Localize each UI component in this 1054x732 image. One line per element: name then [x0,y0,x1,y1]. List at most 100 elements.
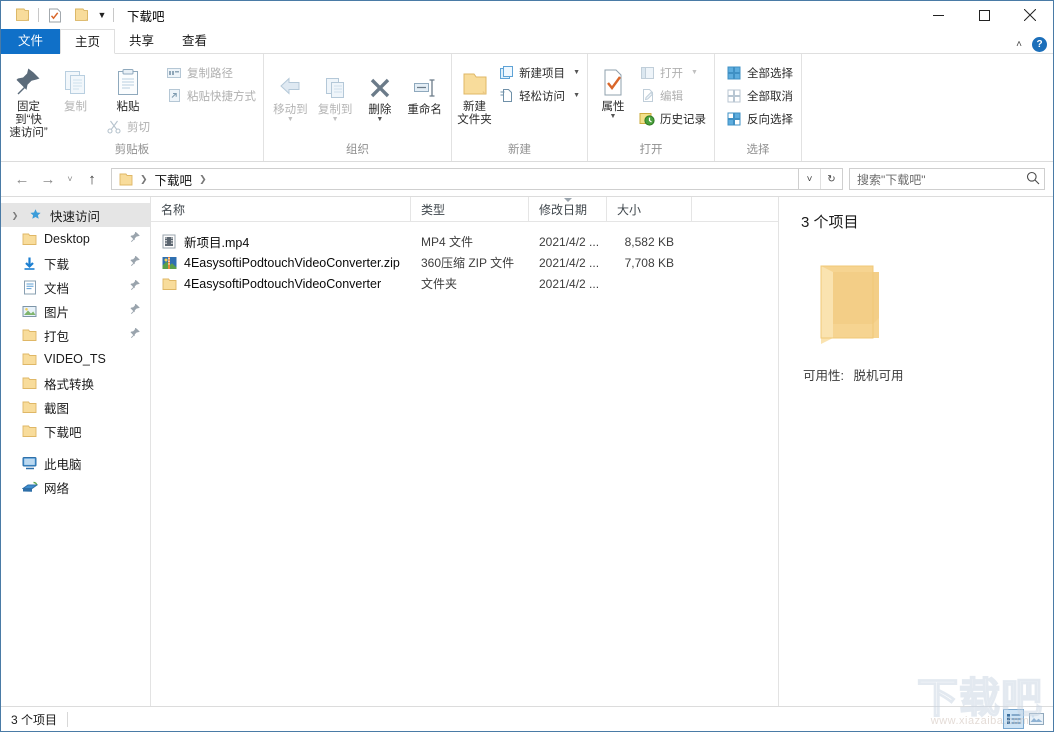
search-box[interactable]: 搜索"下载吧" [849,168,1045,190]
address-bar[interactable]: ❯ 下载吧 ❯ [111,168,799,190]
column-header-type[interactable]: 类型 [411,197,529,221]
help-icon[interactable]: ? [1032,37,1047,52]
address-bar-tools: ˅ ↻ [799,168,843,190]
tab-home[interactable]: 主页 [60,29,116,54]
tab-file[interactable]: 文件 [1,29,60,54]
sidebar-item-this-pc[interactable]: 此电脑 [1,451,150,475]
sidebar-item-format-convert[interactable]: 格式转换 [1,371,150,395]
sidebar-item-pictures[interactable]: 图片 [1,299,150,323]
copy-path-icon [166,65,182,81]
pin-icon[interactable] [130,327,141,342]
copy-path-button[interactable]: 复制路径 [163,62,259,83]
maximize-button[interactable] [961,1,1007,29]
paste-button[interactable]: 粘贴 [99,59,157,114]
pin-icon[interactable] [130,231,141,246]
collapse-ribbon-chevron-icon[interactable]: ˄ [1016,39,1022,50]
move-to-button[interactable]: 移动到 ▼ [268,62,313,123]
copy-icon [61,62,91,98]
sidebar-item-documents[interactable]: 文档 [1,275,150,299]
ribbon-group-open-title: 打开 [639,144,663,156]
file-name-cell[interactable]: 4EasysoftiPodtouchVideoConverter.zip [151,255,411,271]
tab-view[interactable]: 查看 [168,29,221,54]
sidebar-item-dabao[interactable]: 打包 [1,323,150,347]
breadcrumb-separator-icon[interactable]: ❯ [136,174,152,185]
recent-locations-button[interactable]: ˅ [61,166,79,192]
window-title: 下载吧 [127,9,165,24]
easy-access-button[interactable]: 轻松访问 ▼ [495,85,583,106]
address-history-chevron-down-icon[interactable]: ˅ [799,169,820,189]
new-folder-icon[interactable] [68,3,94,27]
cut-button[interactable]: 剪切 [103,116,157,137]
column-header-name[interactable]: 名称 [151,197,411,221]
column-header-date-modified[interactable]: 修改日期 [529,197,607,221]
select-none-button[interactable]: 全部取消 [723,85,796,106]
copy-to-chevron-down-icon[interactable]: ▼ [332,116,339,123]
folder-icon[interactable] [9,3,35,27]
edit-button[interactable]: 编辑 [636,85,709,106]
sidebar-item-network[interactable]: 网络 [1,475,150,499]
move-to-chevron-down-icon[interactable]: ▼ [287,116,294,123]
pin-icon[interactable] [130,279,141,294]
column-header-size[interactable]: 大小 [607,197,692,221]
paste-shortcut-button[interactable]: 粘贴快捷方式 [163,85,259,106]
ribbon-group-organize: 移动到 ▼ 复制到 ▼ 删除 ▼ 重命名 组织 [263,54,451,161]
back-button[interactable]: ← [9,166,35,192]
open-chevron-down-icon[interactable]: ▼ [691,69,698,76]
table-row[interactable]: 新项目.mp4 MP4 文件 2021/4/2 ... 8,582 KB [151,231,778,252]
video-file-icon [161,234,177,250]
breadcrumb-root-icon[interactable] [116,169,136,189]
select-all-label: 全部选择 [747,67,793,80]
details-view-button[interactable] [1003,709,1024,729]
search-input[interactable]: 搜索"下载吧" [857,171,1026,188]
large-icons-view-button[interactable] [1026,709,1047,729]
file-list-pane: 名称 类型 修改日期 大小 新项目.mp4 MP4 文件 2021/4/2 ..… [151,197,778,706]
delete-button[interactable]: 删除 ▼ [358,62,403,123]
refresh-icon[interactable]: ↻ [820,169,842,189]
pin-to-quick-access-button[interactable]: 固定到“快 速访问” [5,59,52,140]
file-name-cell[interactable]: 新项目.mp4 [151,232,411,251]
chevron-right-icon[interactable]: ❯ [9,211,21,220]
folder-icon [21,351,38,368]
new-folder-button[interactable]: 新建 文件夹 [456,59,493,127]
table-row[interactable]: 4EasysoftiPodtouchVideoConverter 文件夹 202… [151,273,778,294]
close-button[interactable] [1007,1,1053,29]
properties-button[interactable]: 属性 ▼ [592,59,634,120]
rename-button[interactable]: 重命名 [402,62,447,117]
sidebar-item-quick-access[interactable]: ❯ 快速访问 [1,203,150,227]
select-all-button[interactable]: 全部选择 [723,62,796,83]
forward-button[interactable]: → [35,166,61,192]
file-name-cell[interactable]: 4EasysoftiPodtouchVideoConverter [151,276,411,292]
sidebar-item-screenshots[interactable]: 截图 [1,395,150,419]
copy-button[interactable]: 复制 [52,59,99,114]
delete-chevron-down-icon[interactable]: ▼ [376,116,383,123]
sidebar-item-xiazaiba[interactable]: 下载吧 [1,419,150,443]
tab-share[interactable]: 共享 [115,29,168,54]
search-icon[interactable] [1026,171,1040,188]
pin-icon[interactable] [130,303,141,318]
sidebar-item-video-ts[interactable]: VIDEO_TS [1,347,150,371]
sidebar-item-downloads[interactable]: 下载 [1,251,150,275]
history-button[interactable]: 历史记录 [636,108,709,129]
open-button[interactable]: 打开 ▼ [636,62,709,83]
toolbar-divider [38,8,39,22]
new-item-chevron-down-icon[interactable]: ▼ [573,69,580,76]
up-button[interactable]: ↑ [79,166,105,192]
pin-icon[interactable] [130,255,141,270]
minimize-button[interactable] [915,1,961,29]
qat-customize-chevron-icon[interactable]: ▼ [94,3,110,27]
invert-selection-button[interactable]: 反向选择 [723,108,796,129]
folder-icon [21,327,38,344]
details-pane: 3 个项目 可用性: 脱机可用 [778,197,1053,706]
sidebar-item-desktop[interactable]: Desktop [1,227,150,251]
properties-icon[interactable] [42,3,68,27]
new-item-button[interactable]: 新建项目 ▼ [495,62,583,83]
breadcrumb-item-0[interactable]: 下载吧 [152,169,196,189]
easy-access-chevron-down-icon[interactable]: ▼ [573,92,580,99]
table-row[interactable]: 4EasysoftiPodtouchVideoConverter.zip 360… [151,252,778,273]
copy-to-button[interactable]: 复制到 ▼ [313,62,358,123]
item-count: 3 个项目 [11,712,58,727]
breadcrumb-separator-2-icon[interactable]: ❯ [195,174,211,185]
open-small-commands: 打开 ▼ 编辑 历史记录 [636,59,709,129]
folder-icon [21,231,38,248]
properties-chevron-down-icon[interactable]: ▼ [610,113,617,120]
